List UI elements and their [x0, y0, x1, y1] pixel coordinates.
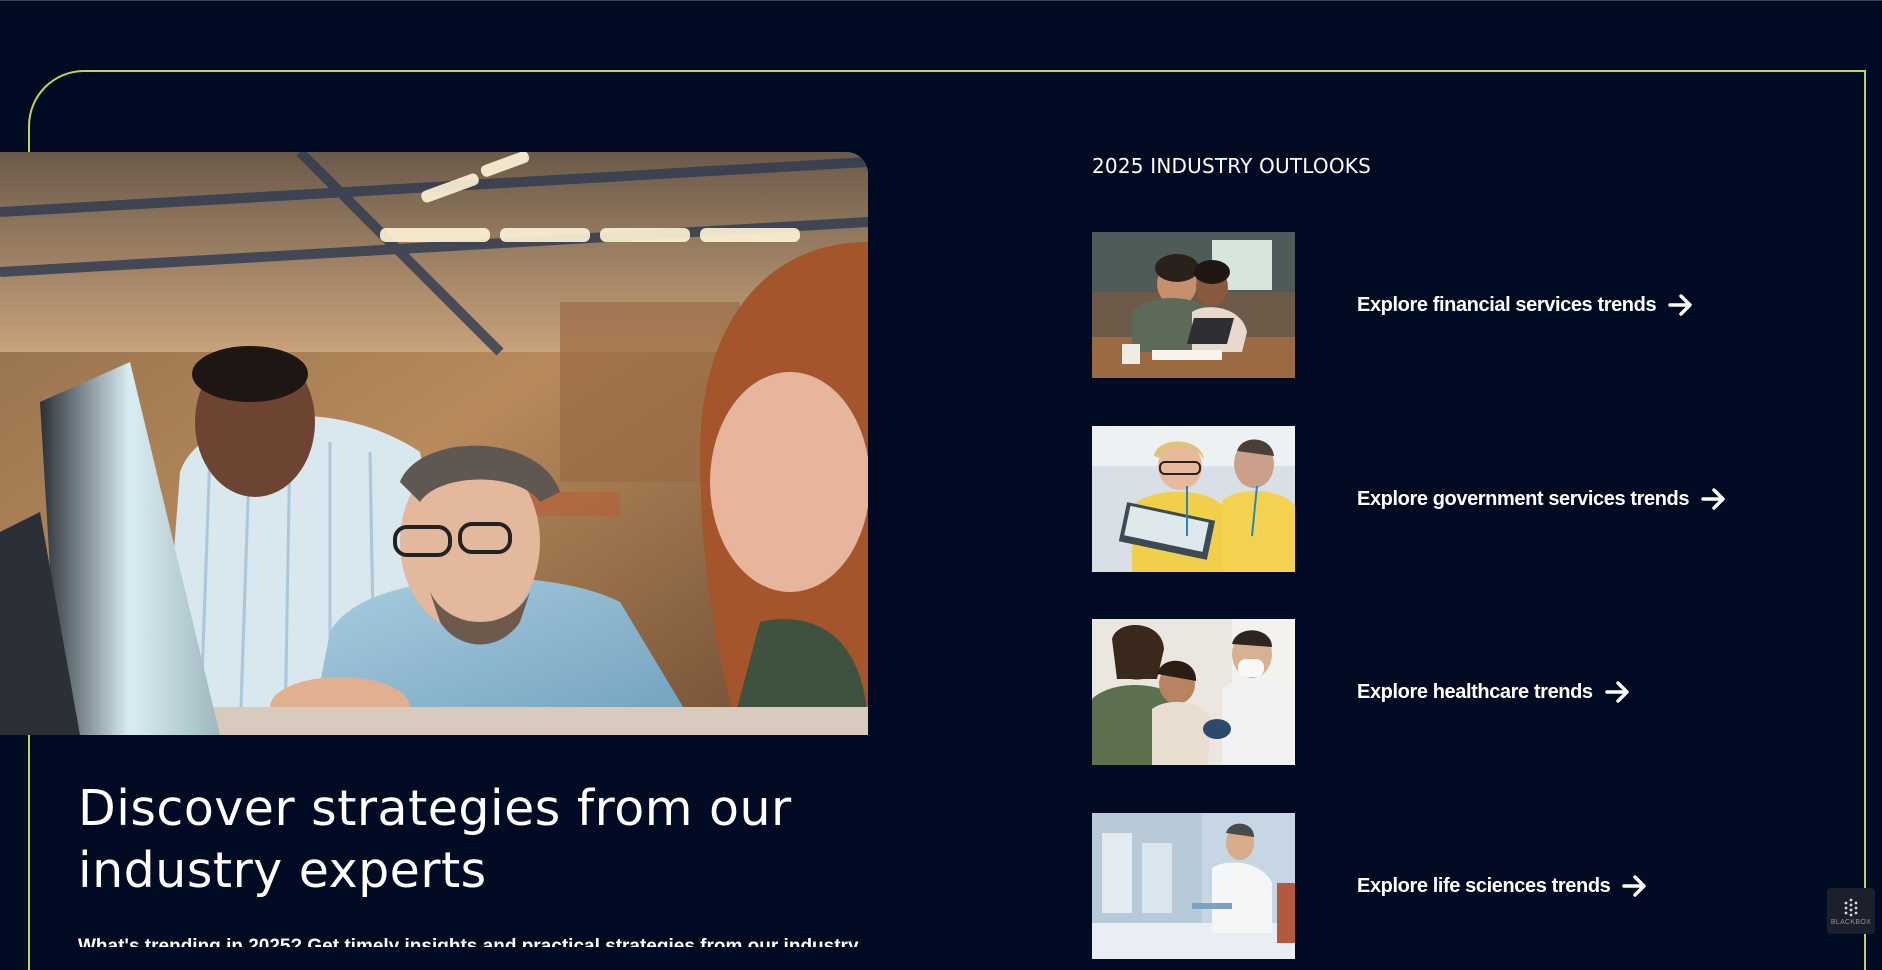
financial-services-image[interactable]	[1092, 232, 1295, 378]
top-divider	[0, 0, 1882, 1]
hero-headline: Discover strategies from our industry ex…	[78, 780, 792, 899]
trend-healthcare: Explore healthcare trends	[1092, 619, 1792, 765]
hero-subtext: What's trending in 2025? Get timely insi…	[78, 936, 859, 947]
blackbox-label: BLACKBOX	[1830, 918, 1872, 926]
arrow-right-icon	[1604, 681, 1629, 703]
explore-financial-services-label: Explore financial services trends	[1357, 293, 1657, 316]
blackbox-badge[interactable]: BLACKBOX	[1827, 888, 1875, 934]
explore-government-services-label: Explore government services trends	[1357, 487, 1690, 510]
life-sciences-image[interactable]	[1092, 813, 1295, 959]
explore-healthcare-link[interactable]: Explore healthcare trends	[1357, 619, 1631, 765]
explore-financial-services-link[interactable]: Explore financial services trends	[1357, 232, 1694, 378]
outlooks-title: 2025 INDUSTRY OUTLOOKS	[1092, 154, 1371, 178]
arrow-right-icon	[1622, 875, 1647, 897]
arrow-right-icon	[1701, 488, 1725, 510]
trend-life-sciences: Explore life sciences trends	[1092, 813, 1792, 959]
hero-image	[0, 152, 868, 735]
arrow-right-icon	[1668, 294, 1692, 316]
trend-financial-services: Explore financial services trends	[1092, 232, 1792, 378]
government-services-image[interactable]	[1092, 426, 1295, 572]
explore-healthcare-label: Explore healthcare trends	[1357, 680, 1593, 703]
healthcare-image[interactable]	[1092, 619, 1295, 765]
explore-government-services-link[interactable]: Explore government services trends	[1357, 426, 1727, 572]
explore-life-sciences-label: Explore life sciences trends	[1357, 874, 1611, 897]
explore-life-sciences-link[interactable]: Explore life sciences trends	[1357, 813, 1648, 959]
trend-government-services: Explore government services trends	[1092, 426, 1792, 572]
blackbox-logo-icon	[1844, 898, 1858, 916]
